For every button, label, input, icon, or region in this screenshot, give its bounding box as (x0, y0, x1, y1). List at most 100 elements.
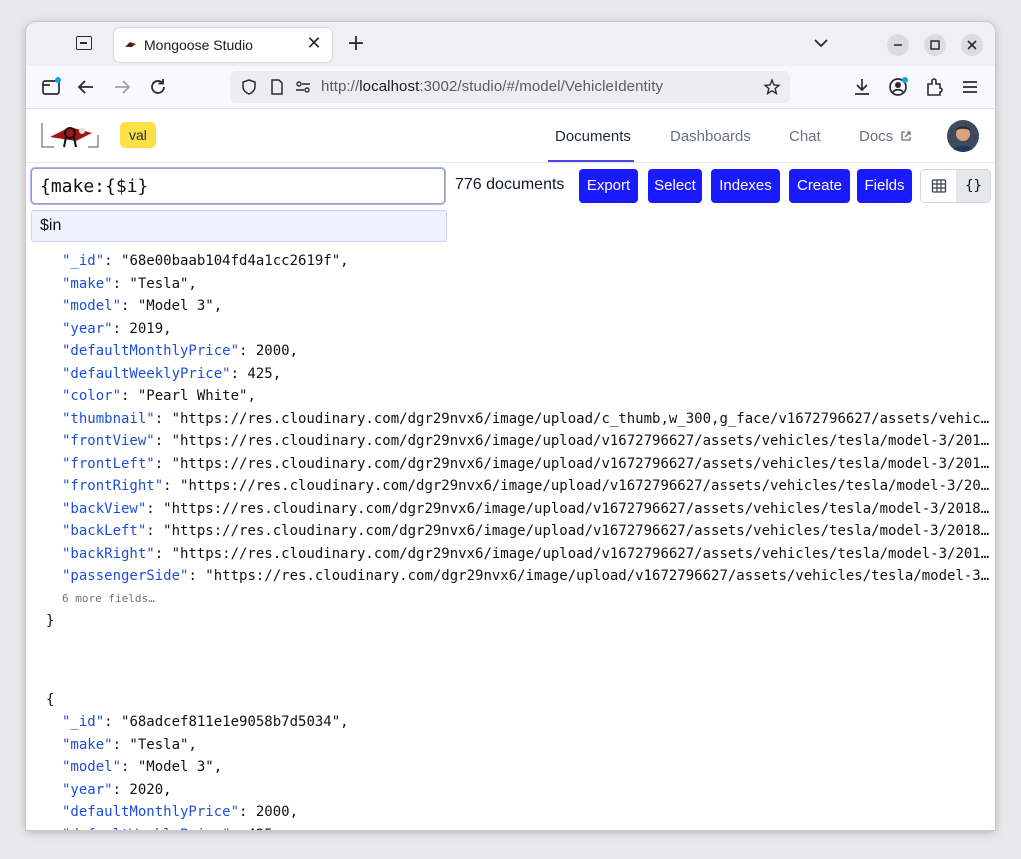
more-fields-link[interactable]: 6 more fields… (46, 588, 995, 610)
tab-list-icon[interactable] (76, 36, 92, 50)
field-key: "defaultWeeklyPrice" (62, 827, 231, 831)
document-field: "make": "Tesla", (46, 734, 995, 757)
download-icon[interactable] (851, 76, 873, 98)
nav-documents[interactable]: Documents (555, 128, 631, 145)
field-key: "backView" (62, 500, 147, 517)
indexes-button[interactable]: Indexes (711, 169, 780, 203)
field-value: : "https://res.cloudinary.com/dgr29nvx6/… (154, 410, 995, 427)
field-value: : 2000, (239, 343, 299, 359)
field-value: : "https://res.cloudinary.com/dgr29nvx6/… (154, 433, 995, 449)
document-field: "thumbnail": "https://res.cloudinary.com… (46, 408, 995, 431)
document-field: "backRight": "https://res.cloudinary.com… (46, 543, 995, 566)
url-bar[interactable]: http://localhost:3002/studio/#/model/Veh… (230, 71, 790, 103)
nav-chat[interactable]: Chat (789, 128, 821, 145)
field-key: "frontLeft" (62, 455, 155, 472)
field-value: : "https://res.cloudinary.com/dgr29nvx6/… (146, 500, 995, 517)
tab-strip: Mongoose Studio ✕ + (26, 22, 995, 66)
new-tab-icon[interactable]: + (344, 32, 368, 56)
document-field: "_id": "68adcef811e1e9058b7d5034", (46, 711, 995, 734)
document-count: 776 documents (455, 176, 565, 193)
nav-docs-label: Docs (859, 128, 894, 145)
document-field: "defaultMonthlyPrice": 2000, (46, 340, 995, 363)
document-field: "_id": "68e00baab104fd4a1cc2619f", (46, 250, 995, 273)
field-value: : "Pearl White", (121, 388, 256, 404)
field-value: : 2000, (239, 804, 299, 820)
maximize-icon[interactable] (924, 34, 946, 56)
document-field: "frontView": "https://res.cloudinary.com… (46, 430, 995, 453)
app-header: val Documents Dashboards Chat Docs (26, 109, 995, 163)
field-key: "backLeft" (62, 523, 147, 539)
field-key: "color" (62, 388, 122, 404)
field-value: : "68e00baab104fd4a1cc2619f", (104, 253, 349, 269)
extensions-icon[interactable] (923, 76, 945, 98)
document-field: "defaultWeeklyPrice": 425, (46, 824, 995, 831)
field-value: : "Tesla", (112, 736, 197, 753)
shield-icon[interactable] (240, 78, 258, 96)
user-avatar[interactable] (947, 120, 979, 152)
sidebar-icon[interactable] (40, 76, 62, 98)
document-card[interactable]: {"_id": "68adcef811e1e9058b7d5034", "make… (46, 689, 995, 830)
minimize-icon[interactable] (887, 34, 909, 56)
field-key: "thumbnail" (62, 410, 155, 427)
create-button[interactable]: Create (789, 169, 850, 203)
close-window-icon[interactable] (961, 34, 983, 56)
field-key: "make" (62, 275, 113, 292)
nav-docs[interactable]: Docs (859, 128, 912, 145)
fields-button[interactable]: Fields (857, 169, 912, 203)
field-key: "year" (62, 781, 113, 798)
reload-icon[interactable] (147, 76, 169, 98)
field-value: : "68adcef811e1e9058b7d5034", (104, 714, 349, 730)
field-key: "_id" (62, 714, 105, 730)
url-text: http://localhost:3002/studio/#/model/Veh… (321, 78, 663, 95)
documents-list: "_id": "68e00baab104fd4a1cc2619f", "make"… (26, 240, 995, 830)
field-value: : "https://res.cloudinary.com/dgr29nvx6/… (163, 478, 995, 494)
active-nav-indicator (548, 160, 634, 162)
menu-icon[interactable] (959, 76, 981, 98)
autocomplete-option[interactable]: $in (40, 217, 61, 235)
mongoose-logo-icon[interactable] (40, 117, 102, 153)
forward-icon[interactable] (111, 76, 133, 98)
document-field: "backLeft": "https://res.cloudinary.com/… (46, 520, 995, 543)
document-card[interactable]: "_id": "68e00baab104fd4a1cc2619f", "make"… (46, 250, 995, 632)
tab-title: Mongoose Studio (144, 37, 253, 53)
field-value: : 2020, (112, 781, 172, 798)
field-key: "backRight" (62, 545, 155, 562)
field-value: : 425, (230, 365, 282, 382)
field-key: "model" (62, 759, 122, 775)
url-path: :3002/studio/#/model/VehicleIdentity (419, 78, 664, 95)
back-icon[interactable] (75, 76, 97, 98)
json-view-button[interactable]: {} (956, 170, 990, 202)
account-icon[interactable] (887, 76, 909, 98)
page-icon[interactable] (268, 78, 286, 96)
document-field: "frontRight": "https://res.cloudinary.co… (46, 475, 995, 498)
mongoose-favicon-icon (125, 42, 136, 47)
table-icon (931, 179, 946, 193)
field-key: "defaultMonthlyPrice" (62, 343, 240, 359)
document-field: "defaultWeeklyPrice": 425, (46, 363, 995, 386)
close-brace: } (46, 612, 55, 629)
field-value: : "https://res.cloudinary.com/dgr29nvx6/… (146, 523, 995, 539)
browser-window: Mongoose Studio ✕ + http://localhost:300… (26, 22, 995, 830)
autocomplete-dropdown: $in (31, 210, 447, 242)
field-key: "frontRight" (62, 478, 164, 494)
document-field: "backView": "https://res.cloudinary.com/… (46, 498, 995, 521)
field-key: "make" (62, 736, 113, 753)
field-key: "frontView" (62, 433, 155, 449)
document-field: "color": "Pearl White", (46, 385, 995, 408)
permissions-icon[interactable] (294, 78, 312, 96)
document-field: "model": "Model 3", (46, 295, 995, 318)
field-key: "defaultWeeklyPrice" (62, 365, 231, 382)
chevron-down-icon[interactable] (812, 34, 830, 52)
table-view-button[interactable] (921, 170, 956, 202)
browser-tab[interactable]: Mongoose Studio ✕ (114, 28, 332, 62)
document-field: "defaultMonthlyPrice": 2000, (46, 801, 995, 824)
field-value: : "Tesla", (112, 275, 197, 292)
export-button[interactable]: Export (579, 169, 638, 203)
nav-dashboards[interactable]: Dashboards (670, 128, 751, 145)
query-input[interactable] (31, 168, 445, 204)
field-key: "passengerSide" (62, 568, 189, 584)
document-field: "year": 2019, (46, 318, 995, 341)
bookmark-star-icon[interactable] (763, 78, 781, 96)
close-tab-icon[interactable]: ✕ (304, 34, 324, 54)
select-button[interactable]: Select (648, 169, 702, 203)
